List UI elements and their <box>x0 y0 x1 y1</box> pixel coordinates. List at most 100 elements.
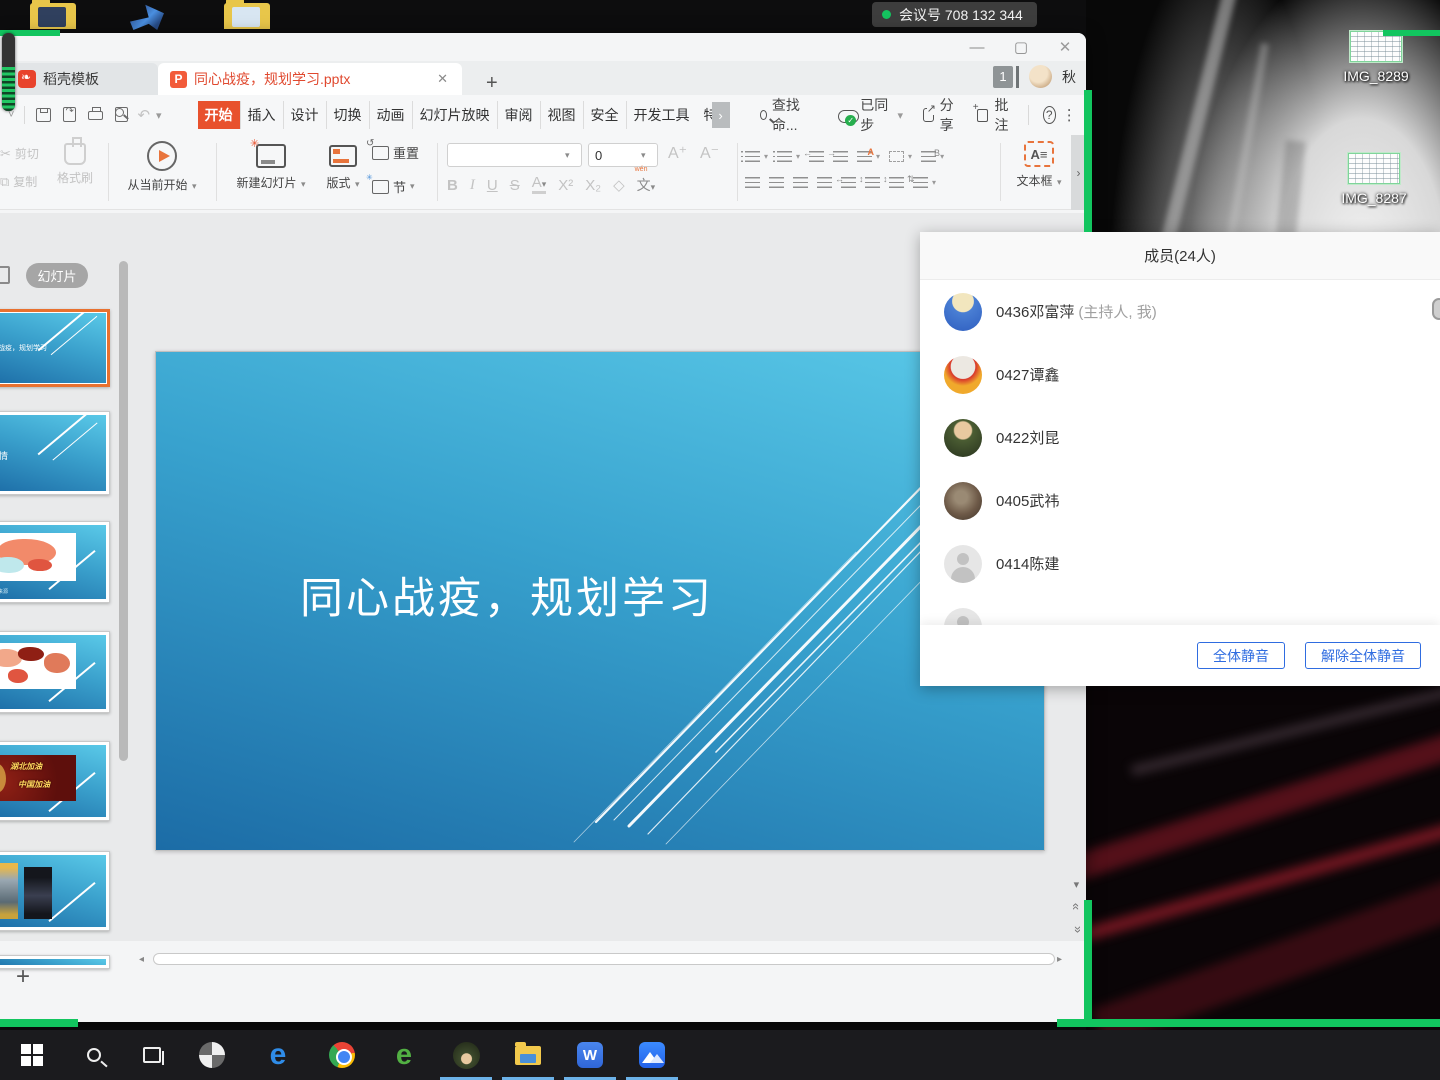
slides-tab[interactable]: 幻灯片 <box>26 263 88 288</box>
comment-icon[interactable] <box>977 109 989 122</box>
play-from-current-button[interactable]: 从当前开始 ▾ <box>116 137 208 194</box>
desktop-app-icon[interactable] <box>130 2 164 30</box>
menu-insert[interactable]: 插入 <box>240 101 283 129</box>
menu-home[interactable]: 开始 <box>198 101 240 129</box>
decrease-indent-icon[interactable]: ← <box>809 151 824 162</box>
line-spacing-icon[interactable]: ⇅ <box>913 177 928 188</box>
taskbar-app-swirl[interactable] <box>198 1041 226 1069</box>
menu-overflow-button[interactable]: › <box>712 102 730 128</box>
help-icon[interactable]: ? <box>1043 106 1056 124</box>
menu-security[interactable]: 安全 <box>583 101 626 129</box>
bold-icon[interactable]: B <box>447 177 458 194</box>
member-row[interactable]: 0436邓富萍 (主持人, 我) <box>920 280 1440 343</box>
menu-devtools[interactable]: 开发工具 <box>626 101 697 129</box>
member-row[interactable]: 0414陈建 <box>920 532 1440 595</box>
columns-icon[interactable]: B <box>921 151 936 162</box>
scroll-down-icon[interactable]: ▾ <box>1074 878 1080 891</box>
increase-font-icon[interactable]: A⁺ <box>668 143 687 163</box>
print-icon[interactable] <box>85 105 107 125</box>
mute-all-button[interactable]: 全体静音 <box>1197 642 1285 669</box>
save-icon[interactable] <box>33 105 55 125</box>
menu-design[interactable]: 设计 <box>283 101 326 129</box>
menu-slideshow[interactable]: 幻灯片放映 <box>412 101 497 129</box>
microphone-icon[interactable] <box>1432 298 1440 320</box>
cloud-sync-icon[interactable]: ✓ <box>837 107 854 123</box>
slide-title-text[interactable]: 同心战疫，规划学习 <box>300 564 714 626</box>
tab-document[interactable]: P 同心战疫，规划学习.pptx ✕ <box>158 63 462 95</box>
desktop-file-img8289[interactable]: IMG_8289 <box>1321 30 1431 84</box>
format-painter-button[interactable]: 格式刷 <box>52 141 98 187</box>
next-slide-icon[interactable]: « <box>1069 926 1084 933</box>
slide-thumb-2[interactable]: 疫情 <box>0 411 110 495</box>
slide-thumb-5[interactable]: 湖北加油 中国加油 <box>0 741 110 821</box>
clear-format-icon[interactable]: ◇ <box>613 176 625 194</box>
member-row[interactable]: 0422刘昆 <box>920 406 1440 469</box>
taskbar-meeting[interactable] <box>638 1041 666 1069</box>
align-text-icon[interactable] <box>889 151 904 162</box>
italic-icon[interactable]: I <box>470 177 475 194</box>
print-preview-icon[interactable] <box>111 105 133 125</box>
unmute-all-button[interactable]: 解除全体静音 <box>1305 642 1421 669</box>
menu-review[interactable]: 审阅 <box>497 101 540 129</box>
font-size-input[interactable] <box>589 145 641 165</box>
taskbar-wps[interactable]: W <box>576 1041 604 1069</box>
undo-icon[interactable]: ↶ <box>137 106 150 124</box>
row-spacing-up-icon[interactable]: ↕ <box>865 177 880 188</box>
outline-view-icon[interactable] <box>0 266 10 284</box>
desktop-file-img8287[interactable]: IMG_8287 <box>1319 152 1429 206</box>
font-size-combobox[interactable]: ▾ <box>588 143 658 167</box>
taskbar-file-explorer[interactable] <box>514 1041 542 1069</box>
tab-close-icon[interactable]: ✕ <box>435 71 450 87</box>
previous-slide-icon[interactable]: « <box>1069 903 1084 910</box>
bullets-icon[interactable] <box>745 151 760 162</box>
justify-icon[interactable] <box>817 177 832 188</box>
font-name-input[interactable] <box>448 145 565 165</box>
strikethrough-icon[interactable]: S <box>510 177 520 194</box>
align-center-icon[interactable] <box>769 177 784 188</box>
superscript-icon[interactable]: X² <box>558 177 573 194</box>
increase-indent-icon[interactable]: → <box>833 151 848 162</box>
align-right-icon[interactable] <box>793 177 808 188</box>
horizontal-scroll-thumb[interactable] <box>153 953 1055 965</box>
taskbar-edge[interactable]: e <box>264 1041 292 1069</box>
add-slide-button[interactable]: + <box>16 963 30 991</box>
undo-caret-icon[interactable]: ▾ <box>154 109 164 122</box>
taskbar-qq[interactable] <box>452 1041 480 1069</box>
textbox-button[interactable]: A≡ 文本框 ▾ <box>1008 139 1070 190</box>
new-tab-button[interactable]: + <box>480 72 504 95</box>
tab-docer-templates[interactable]: 稻壳模板 <box>6 63 158 95</box>
scroll-right-icon[interactable]: ▸ <box>1057 954 1069 965</box>
row-spacing-down-icon[interactable]: ↕ <box>889 177 904 188</box>
text-direction-icon[interactable]: A <box>857 151 872 162</box>
meeting-id-badge[interactable]: 会议号 708 132 344 <box>872 2 1037 27</box>
slide-thumb-6[interactable] <box>0 851 110 931</box>
more-icon[interactable]: ⋮ <box>1062 106 1078 124</box>
reset-button[interactable]: 重置 <box>372 143 419 162</box>
font-name-combobox[interactable]: ▾ <box>447 143 582 167</box>
align-left-icon[interactable] <box>745 177 760 188</box>
font-color-icon[interactable]: A▾ <box>532 176 547 194</box>
cut-button[interactable]: ✂剪切 <box>0 145 39 162</box>
menu-animation[interactable]: 动画 <box>369 101 412 129</box>
decrease-font-icon[interactable]: A⁻ <box>700 143 719 163</box>
comment-label[interactable]: 批注 <box>994 95 1014 135</box>
layout-button[interactable]: 版式 ▾ <box>318 137 368 192</box>
taskbar-360-browser[interactable]: e <box>390 1041 418 1069</box>
member-row[interactable]: 0427谭鑫 <box>920 343 1440 406</box>
menu-transition[interactable]: 切换 <box>326 101 369 129</box>
underline-icon[interactable]: U <box>487 177 498 194</box>
desktop-folder-icon-2[interactable] <box>224 3 270 29</box>
export-icon[interactable] <box>59 105 81 125</box>
numbering-icon[interactable] <box>777 151 792 162</box>
new-slide-button[interactable]: ✳ 新建幻灯片 ▾ <box>228 137 314 192</box>
copy-button[interactable]: ⧉复制 <box>0 173 37 190</box>
scroll-left-icon[interactable]: ◂ <box>139 954 151 965</box>
menu-view[interactable]: 视图 <box>540 101 583 129</box>
subscript-icon[interactable]: X₂ <box>585 177 601 194</box>
start-button[interactable] <box>18 1041 46 1069</box>
slide-editor[interactable]: 同心战疫，规划学习 <box>155 351 1045 851</box>
taskbar-chrome[interactable] <box>328 1041 356 1069</box>
distribute-icon[interactable]: ↔ <box>841 177 856 188</box>
section-button[interactable]: 节 ▾ <box>372 177 415 196</box>
sync-caret-icon[interactable]: ▾ <box>895 109 905 122</box>
